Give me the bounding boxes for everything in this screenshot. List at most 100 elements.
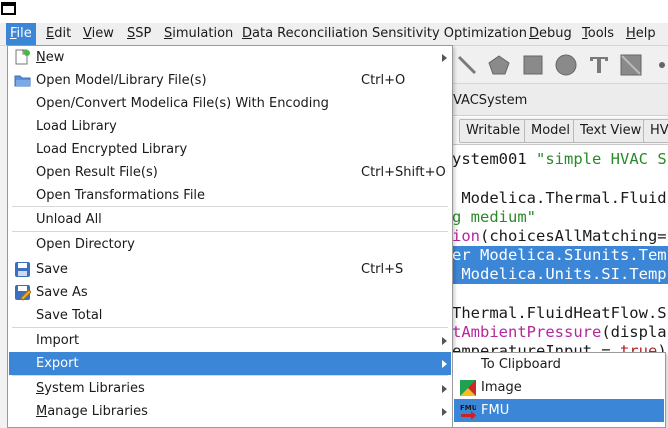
export-item-to-clipboard[interactable]: To Clipboard <box>454 353 664 376</box>
code-line[interactable]: Modelica.Thermal.Fluid <box>452 189 668 208</box>
code-token: er Modelica.SIunits.Tem <box>452 246 667 264</box>
shape-toolbar <box>452 46 668 84</box>
export-item-fmu[interactable]: FMU FMU <box>454 399 664 422</box>
mnemonic: N <box>36 50 46 65</box>
file-menu-item-load-encrypted-library[interactable]: Load Encrypted Library <box>9 138 451 161</box>
code-token: Modelica.Thermal.Fluid <box>452 189 667 207</box>
menu-item-label: Manage Libraries <box>36 400 148 423</box>
connect-mode-icon[interactable] <box>654 54 668 76</box>
file-menu-item-save[interactable]: Save Ctrl+S <box>9 258 451 281</box>
model-view-button[interactable]: Model <box>524 119 578 143</box>
menu-bar: File Edit View SSP Simulation Data Recon… <box>0 23 668 46</box>
menu-tools[interactable]: Tools <box>578 23 618 45</box>
file-menu-item-manage-libraries[interactable]: Manage Libraries <box>9 400 451 423</box>
file-menu-item-new[interactable]: New <box>9 46 451 69</box>
menu-item-label: Save <box>36 258 68 281</box>
file-menu-item-open-result-file-s[interactable]: Open Result File(s) Ctrl+Shift+O <box>9 161 451 184</box>
code-token: Modelica.Units.SI.Temp <box>452 265 667 283</box>
window-titlebar <box>0 0 668 22</box>
menu-item-label: Load Library <box>36 115 117 138</box>
code-line[interactable]: ystem001 "simple HVAC S <box>452 150 668 169</box>
menu-item-label: Open Directory <box>36 233 135 256</box>
text-view-button[interactable]: Text View <box>573 119 649 143</box>
label-text: ew <box>45 50 65 65</box>
menu-sensitivity-optimization[interactable]: Sensitivity Optimization <box>368 23 531 45</box>
label-text: Open Directory <box>36 237 135 252</box>
file-menu-item-unload-all[interactable]: Unload All <box>9 208 451 231</box>
menu-item-label: Open/Convert Modelica File(s) With Encod… <box>36 92 329 115</box>
file-menu-item-save-total[interactable]: Save Total <box>9 304 451 327</box>
menu-file[interactable]: File <box>6 23 36 45</box>
label-text: Open Result File(s) <box>36 165 158 180</box>
menu-data-reconciliation[interactable]: Data Reconciliation <box>238 23 372 45</box>
model-view-bar: Writable Model Text View HV <box>452 117 668 145</box>
label-text: Load Library <box>36 119 117 134</box>
code-line[interactable]: ion(choicesAllMatching= <box>452 227 668 246</box>
menu-item-shortcut: Ctrl+S <box>361 262 404 277</box>
label-text: Unload All <box>36 212 102 227</box>
code-line[interactable] <box>452 284 668 303</box>
code-line[interactable]: Thermal.FluidHeatFlow.S <box>452 304 668 323</box>
file-menu-item-import[interactable]: Import <box>9 329 451 352</box>
model-tab-header: VACSystem <box>452 84 668 116</box>
file-menu-item-load-library[interactable]: Load Library <box>9 115 451 138</box>
menu-help[interactable]: Help <box>622 23 660 45</box>
model-tab-title[interactable]: VACSystem <box>453 93 527 108</box>
menu-item-label: Unload All <box>36 208 102 231</box>
file-menu-item-system-libraries[interactable]: System Libraries <box>9 377 451 400</box>
file-menu-item-save-as[interactable]: Save As <box>9 281 451 304</box>
file-menu-item-open-convert-modelica-file-s-with-encoding[interactable]: Open/Convert Modelica File(s) With Encod… <box>9 92 451 115</box>
menu-item-label: Import <box>36 329 79 352</box>
code-token: (displa <box>601 323 667 341</box>
fmu-icon: FMU <box>460 403 478 420</box>
file-menu-item-export[interactable]: Export <box>9 352 451 375</box>
menu-simulation[interactable]: Simulation <box>160 23 237 45</box>
polygon-tool-icon[interactable] <box>488 54 510 76</box>
window-menu-icon[interactable] <box>1 2 16 15</box>
label-text: Load Encrypted Library <box>36 142 188 157</box>
label-text: Save <box>36 262 68 277</box>
code-line[interactable]: Modelica.Units.SI.Temp <box>452 265 668 284</box>
submenu-arrow-icon <box>442 54 447 62</box>
line-tool-icon[interactable] <box>456 54 478 76</box>
menu-ssp[interactable]: SSP <box>123 23 155 45</box>
hvac-tab-button[interactable]: HV <box>643 119 668 143</box>
code-line[interactable] <box>452 169 668 188</box>
ellipse-tool-icon[interactable] <box>555 54 577 76</box>
menu-item-label: Save Total <box>36 304 102 327</box>
menu-item-label: Open Transformations File <box>36 184 205 207</box>
label-text: Export <box>36 356 79 371</box>
file-menu-item-open-model-library-file-s[interactable]: Open Model/Library File(s) Ctrl+O <box>9 69 451 92</box>
rectangle-tool-icon[interactable] <box>522 54 544 76</box>
label-text: anage Libraries <box>47 404 148 419</box>
label-text: Import <box>36 333 80 348</box>
save-icon <box>14 261 31 278</box>
menu-item-label: Save As <box>36 281 88 304</box>
code-token: (choicesAllMatching= <box>480 227 667 245</box>
bitmap-tool-icon[interactable] <box>620 54 642 76</box>
code-line[interactable]: tAmbientPressure(displa <box>452 323 668 342</box>
file-menu-item-open-directory[interactable]: Open Directory <box>9 233 451 256</box>
menu-debug[interactable]: Debug <box>525 23 576 45</box>
text-tool-icon[interactable] <box>588 54 610 76</box>
menu-item-label: Export <box>36 352 79 375</box>
code-line[interactable]: g medium" <box>452 208 668 227</box>
menu-item-label: System Libraries <box>36 377 145 400</box>
code-token: "simple HVAC S <box>536 150 667 168</box>
open-folder-icon <box>14 72 31 89</box>
export-item-label: FMU <box>481 403 510 418</box>
menu-view[interactable]: View <box>79 23 118 45</box>
writable-button[interactable]: Writable <box>459 119 528 143</box>
label-text: Open Model/Library File(s) <box>36 73 207 88</box>
export-item-label: Image <box>481 380 522 395</box>
export-item-image[interactable]: Image <box>454 376 664 399</box>
submenu-arrow-icon <box>442 337 447 345</box>
code-token: ystem001 <box>452 150 536 168</box>
file-menu-item-open-transformations-file[interactable]: Open Transformations File <box>9 184 451 207</box>
export-submenu: To Clipboard Image FMU FMU <box>452 352 666 428</box>
code-line[interactable]: er Modelica.SIunits.Tem <box>452 246 668 265</box>
menu-edit[interactable]: Edit <box>42 23 75 45</box>
code-token: ion <box>452 227 480 245</box>
menu-item-shortcut: Ctrl+O <box>361 73 406 88</box>
submenu-arrow-icon <box>442 360 447 368</box>
